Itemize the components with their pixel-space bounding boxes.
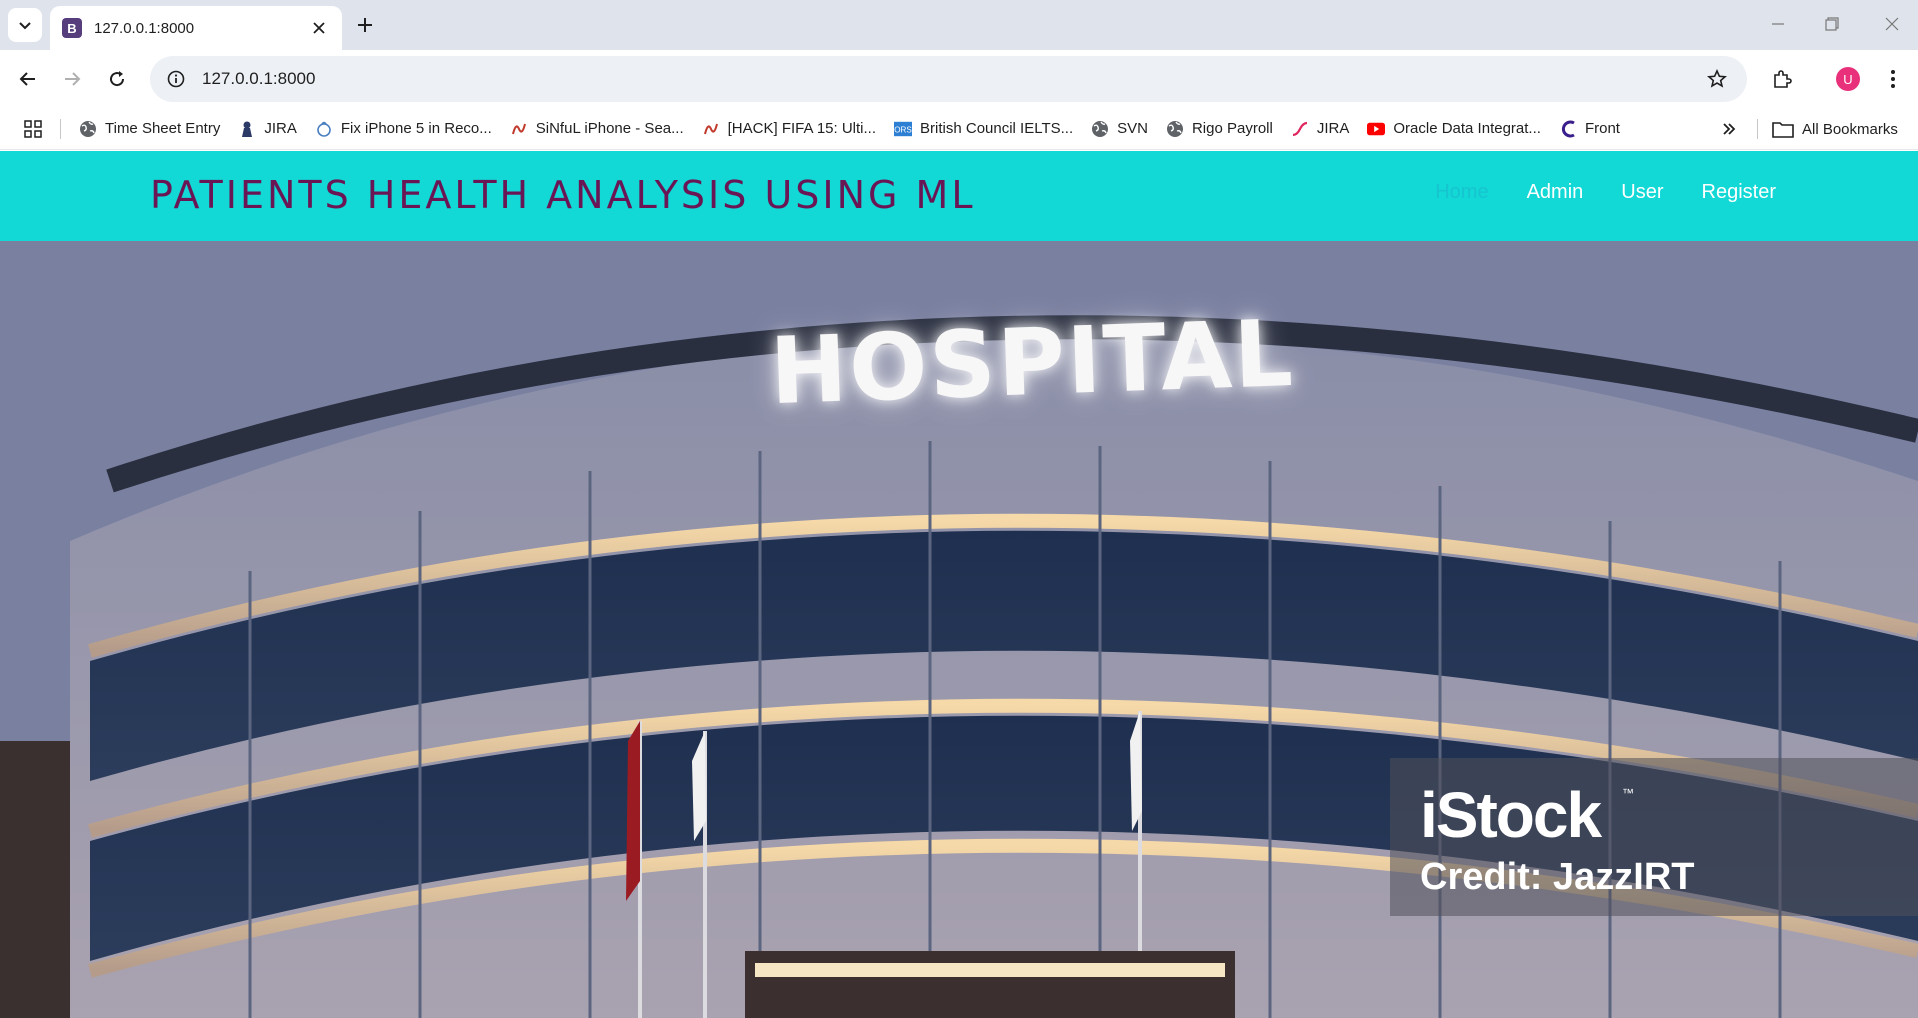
youtube-icon bbox=[1367, 120, 1386, 138]
bookmark-front[interactable]: Front bbox=[1551, 114, 1628, 144]
istock-watermark: iStock ™ Credit: JazzIRT bbox=[1390, 758, 1918, 916]
page-viewport: PATIENTS HEALTH ANALYSIS USING ML Home A… bbox=[0, 151, 1918, 1018]
bookmark-label: SiNfuL iPhone - Sea... bbox=[535, 120, 684, 137]
star-icon bbox=[1707, 69, 1727, 88]
bookmarks-bar: Time Sheet Entry JIRA Fix iPhone 5 in Re… bbox=[0, 108, 1918, 150]
minimize-button[interactable] bbox=[1758, 8, 1798, 40]
reload-button[interactable] bbox=[102, 64, 132, 94]
apps-button[interactable] bbox=[18, 114, 48, 144]
bookmark-fix-iphone[interactable]: Fix iPhone 5 in Reco... bbox=[307, 114, 500, 144]
nav-link-home[interactable]: Home bbox=[1435, 181, 1488, 204]
bookmark-jira[interactable]: JIRA bbox=[230, 114, 305, 144]
bookmark-jira-2[interactable]: JIRA bbox=[1283, 114, 1358, 144]
arrow-right-icon bbox=[65, 72, 81, 86]
hospital-sign-text: HOSPITAL bbox=[768, 299, 1297, 426]
folder-icon bbox=[1772, 122, 1794, 138]
tab-title: 127.0.0.1:8000 bbox=[94, 19, 195, 37]
arrow-left-icon bbox=[19, 72, 35, 86]
bookmark-icon bbox=[315, 120, 333, 138]
info-icon bbox=[167, 70, 185, 88]
bookmark-label: Time Sheet Entry bbox=[105, 120, 221, 137]
profile-button[interactable]: U bbox=[1833, 64, 1863, 94]
nav-link-admin[interactable]: Admin bbox=[1527, 181, 1584, 204]
minimize-icon bbox=[1772, 23, 1784, 25]
bookmark-label: Rigo Payroll bbox=[1191, 120, 1273, 137]
ors-icon: ORS bbox=[894, 120, 913, 138]
forward-button[interactable] bbox=[57, 64, 87, 94]
bookmark-oracle-data[interactable]: Oracle Data Integrat... bbox=[1359, 114, 1549, 144]
bookmark-icon bbox=[510, 120, 528, 138]
tab-close-button[interactable] bbox=[308, 17, 330, 39]
close-icon bbox=[1885, 17, 1899, 31]
bookmark-label: Fix iPhone 5 in Reco... bbox=[340, 120, 492, 137]
globe-icon bbox=[79, 120, 97, 138]
istock-credit: Credit: JazzIRT bbox=[1420, 856, 1695, 898]
nav-link-register[interactable]: Register bbox=[1702, 181, 1776, 204]
browser-menu-button[interactable] bbox=[1878, 64, 1908, 94]
front-icon bbox=[1559, 120, 1577, 138]
site-brand[interactable]: PATIENTS HEALTH ANALYSIS USING ML bbox=[150, 173, 976, 217]
chevrons-right-icon bbox=[1723, 123, 1736, 135]
site-info-button[interactable] bbox=[156, 56, 196, 102]
extensions-button[interactable] bbox=[1767, 64, 1797, 94]
close-window-button[interactable] bbox=[1872, 8, 1912, 40]
all-bookmarks-button[interactable]: All Bookmarks bbox=[1772, 114, 1898, 144]
puzzle-icon bbox=[1774, 70, 1792, 88]
browser-toolbar: 127.0.0.1:8000 U bbox=[0, 50, 1918, 108]
bookmark-label: JIRA bbox=[1316, 120, 1350, 137]
reload-icon bbox=[110, 71, 125, 87]
site-navbar: PATIENTS HEALTH ANALYSIS USING ML Home A… bbox=[0, 151, 1918, 241]
bookmark-label: SVN bbox=[1117, 120, 1148, 137]
more-vertical-icon bbox=[1891, 70, 1895, 88]
site-menu: Home Admin User Register bbox=[1435, 181, 1776, 204]
new-tab-button[interactable] bbox=[350, 10, 380, 40]
istock-trademark: ™ bbox=[1622, 786, 1634, 800]
tab-search-button[interactable] bbox=[8, 8, 42, 42]
url-text: 127.0.0.1:8000 bbox=[202, 69, 316, 88]
globe-icon bbox=[1166, 120, 1184, 138]
apps-grid-icon bbox=[24, 119, 42, 138]
bookmark-svn[interactable]: SVN bbox=[1083, 114, 1156, 144]
bookmark-british-council[interactable]: ORS British Council IELTS... bbox=[886, 114, 1081, 144]
bookmark-label: Front bbox=[1584, 120, 1620, 137]
bookmark-label: [HACK] FIFA 15: Ulti... bbox=[727, 120, 877, 137]
jira-icon bbox=[1291, 120, 1309, 138]
bookmark-label: JIRA bbox=[264, 120, 297, 137]
bookmark-sinful-iphone[interactable]: SiNfuL iPhone - Sea... bbox=[502, 114, 692, 144]
bookmarks-divider bbox=[1757, 119, 1758, 139]
restore-icon bbox=[1825, 17, 1839, 31]
browser-tab[interactable]: B 127.0.0.1:8000 bbox=[50, 6, 342, 50]
bootstrap-favicon-icon: B bbox=[62, 18, 82, 38]
bookmark-time-sheet-entry[interactable]: Time Sheet Entry bbox=[71, 114, 228, 144]
plus-icon bbox=[358, 18, 372, 32]
avatar: U bbox=[1836, 67, 1860, 91]
tab-strip: B 127.0.0.1:8000 bbox=[0, 0, 1918, 50]
chevron-down-icon bbox=[19, 22, 31, 30]
istock-logo: iStock bbox=[1420, 779, 1602, 851]
restore-button[interactable] bbox=[1812, 8, 1852, 40]
bookmarks-divider bbox=[60, 118, 61, 139]
globe-icon bbox=[1091, 120, 1109, 138]
bookmark-label: Oracle Data Integrat... bbox=[1393, 120, 1541, 137]
hero-image: HOSPITAL iStock ™ Credit: JazzIRT bbox=[0, 241, 1918, 1018]
jira-icon bbox=[238, 120, 256, 138]
all-bookmarks-label: All Bookmarks bbox=[1802, 120, 1898, 138]
back-button[interactable] bbox=[13, 64, 43, 94]
bookmark-hack-fifa[interactable]: [HACK] FIFA 15: Ulti... bbox=[694, 114, 884, 144]
bookmark-star-button[interactable] bbox=[1697, 59, 1737, 99]
svg-text:ORS: ORS bbox=[894, 125, 912, 134]
close-icon bbox=[313, 22, 325, 34]
address-bar[interactable]: 127.0.0.1:8000 bbox=[150, 56, 1747, 102]
bookmark-label: British Council IELTS... bbox=[920, 120, 1074, 137]
nav-link-user[interactable]: User bbox=[1621, 181, 1663, 204]
more-bookmarks-button[interactable] bbox=[1714, 114, 1744, 144]
bookmark-rigo-payroll[interactable]: Rigo Payroll bbox=[1158, 114, 1281, 144]
bookmark-icon bbox=[702, 120, 720, 138]
